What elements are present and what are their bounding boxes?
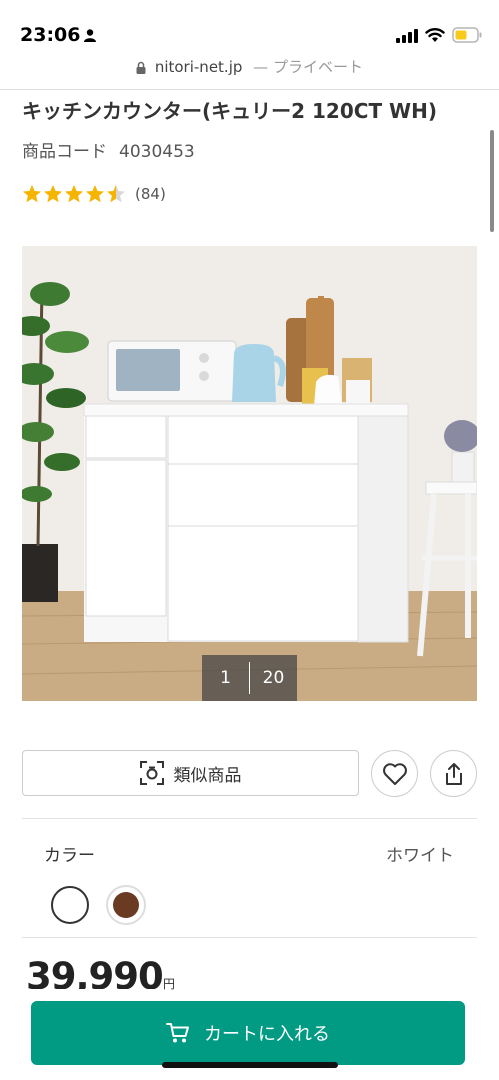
product-price: 39,990 (26, 955, 163, 989)
share-icon (445, 762, 462, 785)
rating-stars (22, 184, 127, 204)
product-code-value: 4030453 (119, 142, 195, 162)
cart-icon (166, 1023, 189, 1043)
add-to-cart-label: カートに入れる (204, 1024, 330, 1045)
status-bar: 23:06 (0, 0, 499, 56)
product-code: 商品コード 4030453 (22, 137, 195, 162)
heart-icon (382, 762, 407, 785)
star-icon (44, 185, 62, 203)
image-index: 1 (220, 668, 231, 688)
color-swatch-white[interactable] (51, 886, 89, 924)
similar-products-label: 類似商品 (173, 765, 242, 786)
star-icon (86, 185, 104, 203)
color-label: カラー (44, 846, 95, 866)
scroll-indicator (490, 130, 494, 232)
image-total: 20 (262, 668, 285, 688)
product-image-carousel[interactable]: 1 20 (22, 246, 477, 701)
add-to-cart-button[interactable]: カートに入れる (31, 1001, 465, 1065)
review-count[interactable]: (84) (135, 185, 166, 203)
share-button[interactable] (430, 750, 477, 797)
product-title: キッチンカウンター(キュリー2 120CT WH) (22, 99, 437, 123)
cellular-signal-icon (396, 29, 418, 43)
star-icon (107, 185, 125, 203)
battery-icon (452, 27, 482, 43)
product-code-label: 商品コード (22, 142, 107, 162)
url-bar-divider (0, 89, 499, 90)
wifi-icon (425, 28, 445, 42)
star-icon (65, 185, 83, 203)
product-rating[interactable]: (84) (22, 182, 166, 206)
status-time: 23:06 (20, 24, 81, 46)
private-browsing-label: — プライベート (253, 58, 363, 76)
image-counter: 1 20 (202, 655, 297, 701)
selected-color-value: ホワイト (386, 846, 454, 866)
product-photo (22, 246, 477, 701)
favorite-button[interactable] (371, 750, 418, 797)
similar-products-button[interactable]: 類似商品 (22, 750, 359, 796)
browser-url-bar[interactable]: nitori-net.jp — プライベート (0, 56, 499, 86)
section-divider (22, 818, 477, 819)
camera-scan-icon (139, 761, 164, 785)
section-divider (22, 937, 477, 938)
url-domain: nitori-net.jp (154, 58, 243, 76)
lock-icon (136, 61, 146, 74)
star-icon (23, 185, 41, 203)
color-swatch-brown[interactable] (106, 885, 146, 925)
home-indicator[interactable] (162, 1062, 338, 1068)
price-unit: 円 (163, 977, 176, 991)
person-icon (84, 29, 96, 42)
